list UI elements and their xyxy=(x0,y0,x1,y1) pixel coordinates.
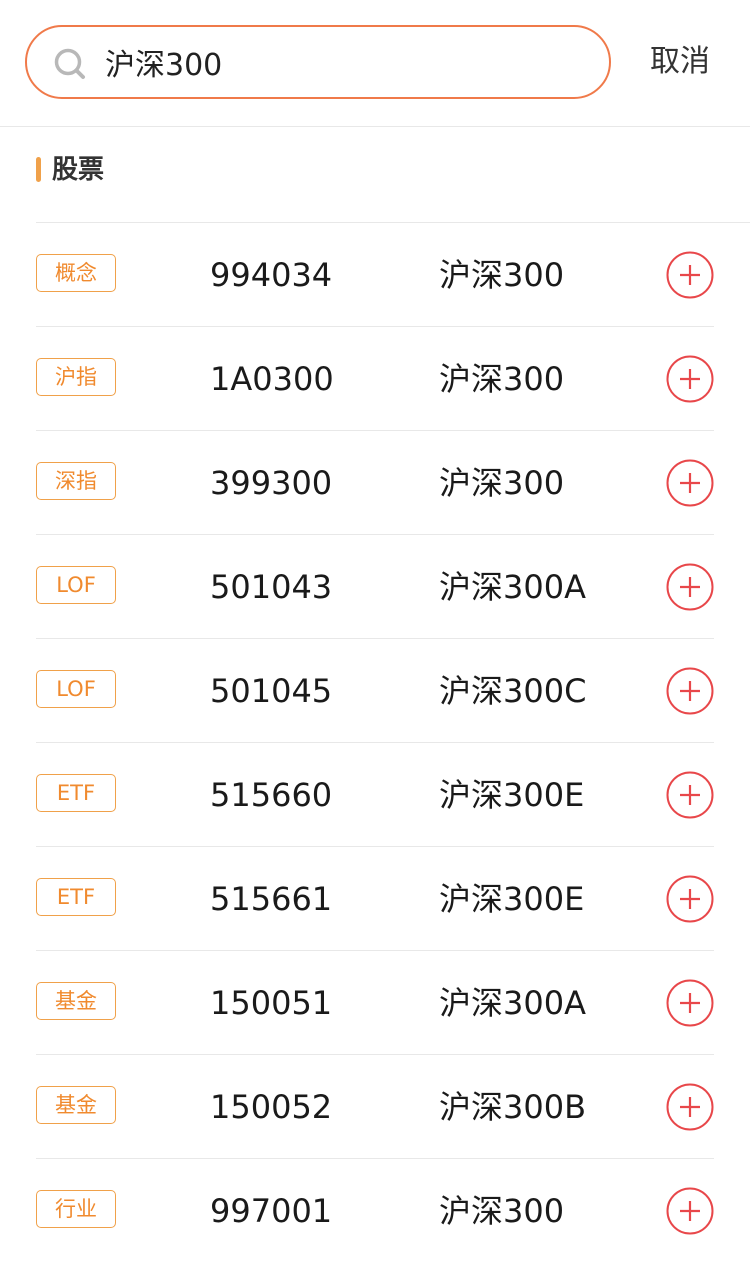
result-type-tag: LOF xyxy=(36,670,116,708)
section-title: 股票 xyxy=(52,155,105,185)
result-name: 沪深300E xyxy=(439,880,585,918)
result-row[interactable]: 行业 997001 沪深300 xyxy=(36,1159,714,1263)
plus-circle-icon xyxy=(666,979,714,1027)
plus-circle-icon xyxy=(666,355,714,403)
result-name: 沪深300 xyxy=(439,256,565,294)
result-code: 1A0300 xyxy=(210,360,334,398)
result-name: 沪深300 xyxy=(439,360,565,398)
plus-circle-icon xyxy=(666,875,714,923)
result-row[interactable]: LOF 501043 沪深300A xyxy=(36,535,714,639)
plus-circle-icon xyxy=(666,1083,714,1131)
result-code: 501043 xyxy=(210,568,333,606)
result-code: 150052 xyxy=(210,1088,333,1126)
section-accent-bar xyxy=(36,157,41,182)
add-watchlist-button[interactable] xyxy=(666,563,714,611)
add-watchlist-button[interactable] xyxy=(666,667,714,715)
result-code: 501045 xyxy=(210,672,333,710)
result-list: 概念 994034 沪深300 沪指 1A0300 沪深300 深指 39930… xyxy=(36,223,714,1263)
result-code: 399300 xyxy=(210,464,333,502)
add-watchlist-button[interactable] xyxy=(666,459,714,507)
result-row[interactable]: ETF 515660 沪深300E xyxy=(36,743,714,847)
result-row[interactable]: 沪指 1A0300 沪深300 xyxy=(36,327,714,431)
result-name: 沪深300 xyxy=(439,1192,565,1230)
result-code: 994034 xyxy=(210,256,333,294)
plus-circle-icon xyxy=(666,667,714,715)
add-watchlist-button[interactable] xyxy=(666,979,714,1027)
result-row[interactable]: 概念 994034 沪深300 xyxy=(36,223,714,327)
result-name: 沪深300A xyxy=(439,568,586,606)
result-row[interactable]: 基金 150052 沪深300B xyxy=(36,1055,714,1159)
result-type-tag: LOF xyxy=(36,566,116,604)
search-header: 取消 xyxy=(0,0,750,127)
result-row[interactable]: 基金 150051 沪深300A xyxy=(36,951,714,1055)
result-name: 沪深300E xyxy=(439,776,585,814)
result-type-tag: ETF xyxy=(36,774,116,812)
result-type-tag: 沪指 xyxy=(36,358,116,396)
result-code: 150051 xyxy=(210,984,333,1022)
plus-circle-icon xyxy=(666,251,714,299)
result-type-tag: 深指 xyxy=(36,462,116,500)
cancel-button[interactable]: 取消 xyxy=(650,38,710,86)
add-watchlist-button[interactable] xyxy=(666,1083,714,1131)
result-type-tag: ETF xyxy=(36,878,116,916)
add-watchlist-button[interactable] xyxy=(666,875,714,923)
result-name: 沪深300 xyxy=(439,464,565,502)
result-code: 515661 xyxy=(210,880,333,918)
add-watchlist-button[interactable] xyxy=(666,355,714,403)
search-box[interactable] xyxy=(25,25,611,99)
plus-circle-icon xyxy=(666,1187,714,1235)
search-input[interactable] xyxy=(105,37,585,87)
add-watchlist-button[interactable] xyxy=(666,771,714,819)
result-name: 沪深300C xyxy=(439,672,587,710)
search-icon xyxy=(53,47,87,81)
result-code: 997001 xyxy=(210,1192,333,1230)
result-row[interactable]: LOF 501045 沪深300C xyxy=(36,639,714,743)
result-name: 沪深300B xyxy=(439,1088,587,1126)
plus-circle-icon xyxy=(666,563,714,611)
result-type-tag: 行业 xyxy=(36,1190,116,1228)
result-type-tag: 基金 xyxy=(36,982,116,1020)
result-row[interactable]: ETF 515661 沪深300E xyxy=(36,847,714,951)
result-type-tag: 基金 xyxy=(36,1086,116,1124)
add-watchlist-button[interactable] xyxy=(666,251,714,299)
add-watchlist-button[interactable] xyxy=(666,1187,714,1235)
result-code: 515660 xyxy=(210,776,333,814)
result-type-tag: 概念 xyxy=(36,254,116,292)
result-name: 沪深300A xyxy=(439,984,586,1022)
result-row[interactable]: 深指 399300 沪深300 xyxy=(36,431,714,535)
plus-circle-icon xyxy=(666,771,714,819)
plus-circle-icon xyxy=(666,459,714,507)
